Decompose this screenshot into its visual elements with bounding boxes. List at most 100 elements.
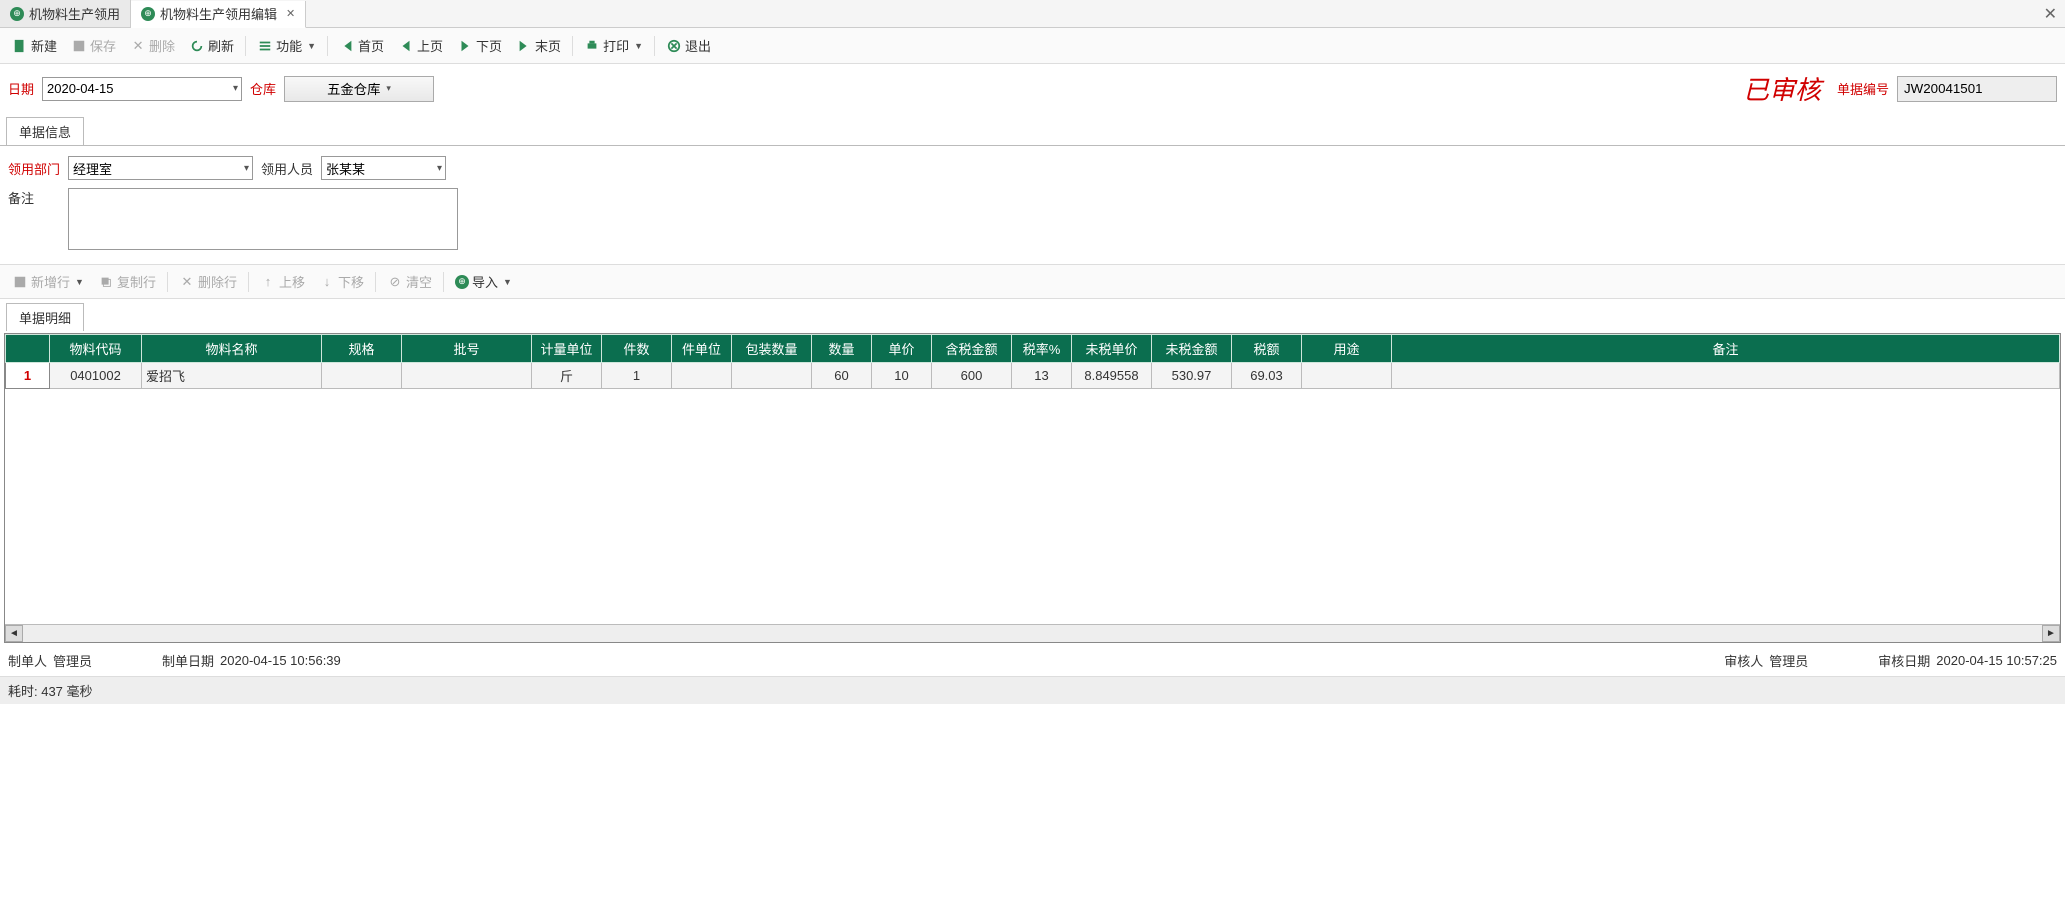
- last-page-button[interactable]: 末页: [510, 33, 567, 58]
- col-netprice[interactable]: 未税单价: [1072, 335, 1152, 363]
- col-uom[interactable]: 计量单位: [532, 335, 602, 363]
- audit-date-label: 审核日期: [1878, 651, 1930, 670]
- cell-qty[interactable]: 60: [812, 363, 872, 389]
- moveup-label: 上移: [279, 272, 305, 291]
- function-button[interactable]: 功能 ▼: [251, 33, 322, 58]
- col-code[interactable]: 物料代码: [50, 335, 142, 363]
- col-pcsu[interactable]: 件单位: [672, 335, 732, 363]
- col-netamt[interactable]: 未税金额: [1152, 335, 1232, 363]
- section1-tab[interactable]: 单据信息: [6, 117, 84, 145]
- col-batch[interactable]: 批号: [402, 335, 532, 363]
- print-button[interactable]: 打印 ▼: [578, 33, 649, 58]
- chevron-down-icon: ▼: [634, 41, 643, 51]
- close-tab-icon[interactable]: ✕: [286, 7, 295, 20]
- col-remark[interactable]: 备注: [1392, 335, 2060, 363]
- save-button[interactable]: 保存: [65, 33, 122, 58]
- copyrow-icon: [98, 274, 114, 290]
- first-label: 首页: [358, 36, 384, 55]
- tab-list[interactable]: ⊕ 机物料生产领用: [0, 0, 131, 27]
- clear-button[interactable]: ⊘ 清空: [381, 269, 438, 294]
- addrow-button[interactable]: 新增行 ▼: [6, 269, 90, 294]
- col-price[interactable]: 单价: [872, 335, 932, 363]
- cell-pcs[interactable]: 1: [602, 363, 672, 389]
- dept-field[interactable]: [68, 156, 253, 180]
- addrow-label: 新增行: [31, 272, 70, 291]
- tab-bar: ⊕ 机物料生产领用 ⊕ 机物料生产领用编辑 ✕ ✕: [0, 0, 2065, 28]
- section2-tab[interactable]: 单据明细: [6, 303, 84, 331]
- cell-taxamt[interactable]: 600: [932, 363, 1012, 389]
- person-field[interactable]: [321, 156, 446, 180]
- first-page-button[interactable]: 首页: [333, 33, 390, 58]
- exit-button[interactable]: 退出: [660, 33, 717, 58]
- cell-uom[interactable]: 斤: [532, 363, 602, 389]
- cell-netamt[interactable]: 530.97: [1152, 363, 1232, 389]
- scroll-right-icon[interactable]: ►: [2042, 625, 2060, 642]
- import-button[interactable]: ⊕ 导入 ▼: [449, 269, 518, 294]
- print-label: 打印: [603, 36, 629, 55]
- col-pcs[interactable]: 件数: [602, 335, 672, 363]
- col-pack[interactable]: 包装数量: [732, 335, 812, 363]
- copyrow-button[interactable]: 复制行: [92, 269, 162, 294]
- separator: [327, 36, 328, 56]
- scroll-left-icon[interactable]: ◄: [5, 625, 23, 642]
- globe-icon: ⊕: [455, 275, 469, 289]
- table-row[interactable]: 1 0401002 爱招飞 斤 1 60 10 600 13 8.849558 …: [6, 363, 2060, 389]
- horizontal-scrollbar[interactable]: ◄ ►: [5, 624, 2060, 642]
- next-page-button[interactable]: 下页: [451, 33, 508, 58]
- prev-icon: [398, 38, 414, 54]
- cell-batch[interactable]: [402, 363, 532, 389]
- prev-page-button[interactable]: 上页: [392, 33, 449, 58]
- section1-tabbar: 单据信息: [0, 113, 2065, 145]
- date-field[interactable]: [42, 77, 242, 101]
- grid-container: 物料代码 物料名称 规格 批号 计量单位 件数 件单位 包装数量 数量 单价 含…: [4, 333, 2061, 643]
- col-spec[interactable]: 规格: [322, 335, 402, 363]
- col-tax[interactable]: 税额: [1232, 335, 1302, 363]
- col-use[interactable]: 用途: [1302, 335, 1392, 363]
- col-name[interactable]: 物料名称: [142, 335, 322, 363]
- footer: 制单人 管理员 制单日期 2020-04-15 10:56:39 审核人 管理员…: [0, 645, 2065, 676]
- movedown-button[interactable]: ↓ 下移: [313, 269, 370, 294]
- dept-label: 领用部门: [8, 159, 60, 178]
- cell-price[interactable]: 10: [872, 363, 932, 389]
- delete-icon: ✕: [130, 38, 146, 54]
- tab-edit[interactable]: ⊕ 机物料生产领用编辑 ✕: [131, 1, 306, 28]
- docnum-label: 单据编号: [1837, 79, 1889, 98]
- detail-grid[interactable]: 物料代码 物料名称 规格 批号 计量单位 件数 件单位 包装数量 数量 单价 含…: [5, 334, 2060, 389]
- delete-button[interactable]: ✕ 删除: [124, 33, 181, 58]
- chevron-down-icon: ▼: [307, 41, 316, 51]
- col-taxrate[interactable]: 税率%: [1012, 335, 1072, 363]
- new-label: 新建: [31, 36, 57, 55]
- section1-body: 领用部门 ▾ 领用人员 ▾ 备注: [0, 145, 2065, 264]
- status-bar: 耗时: 437 毫秒: [0, 676, 2065, 704]
- cell-rownum[interactable]: 1: [6, 363, 50, 389]
- maker-value: 管理员: [53, 651, 92, 670]
- cell-remark[interactable]: [1392, 363, 2060, 389]
- col-taxamt[interactable]: 含税金额: [932, 335, 1012, 363]
- refresh-label: 刷新: [208, 36, 234, 55]
- detail-toolbar: 新增行 ▼ 复制行 ✕ 删除行 ↑ 上移 ↓ 下移 ⊘ 清空 ⊕ 导入 ▼: [0, 264, 2065, 299]
- cell-tax[interactable]: 69.03: [1232, 363, 1302, 389]
- exit-icon: [666, 38, 682, 54]
- moveup-button[interactable]: ↑ 上移: [254, 269, 311, 294]
- cell-pack[interactable]: [732, 363, 812, 389]
- warehouse-select[interactable]: 五金仓库 ▾: [284, 76, 434, 102]
- window-close-icon[interactable]: ✕: [2044, 4, 2057, 24]
- cell-name[interactable]: 爱招飞: [142, 363, 322, 389]
- copyrow-label: 复制行: [117, 272, 156, 291]
- cell-spec[interactable]: [322, 363, 402, 389]
- separator: [245, 36, 246, 56]
- chevron-down-icon: ▼: [503, 277, 512, 287]
- remark-field[interactable]: [68, 188, 458, 250]
- cell-pcsu[interactable]: [672, 363, 732, 389]
- delrow-button[interactable]: ✕ 删除行: [173, 269, 243, 294]
- delrow-icon: ✕: [179, 274, 195, 290]
- refresh-button[interactable]: 刷新: [183, 33, 240, 58]
- col-rownum[interactable]: [6, 335, 50, 363]
- col-qty[interactable]: 数量: [812, 335, 872, 363]
- cell-netprice[interactable]: 8.849558: [1072, 363, 1152, 389]
- cell-code[interactable]: 0401002: [50, 363, 142, 389]
- cell-taxrate[interactable]: 13: [1012, 363, 1072, 389]
- cell-use[interactable]: [1302, 363, 1392, 389]
- make-date-value: 2020-04-15 10:56:39: [220, 653, 341, 668]
- new-button[interactable]: 新建: [6, 33, 63, 58]
